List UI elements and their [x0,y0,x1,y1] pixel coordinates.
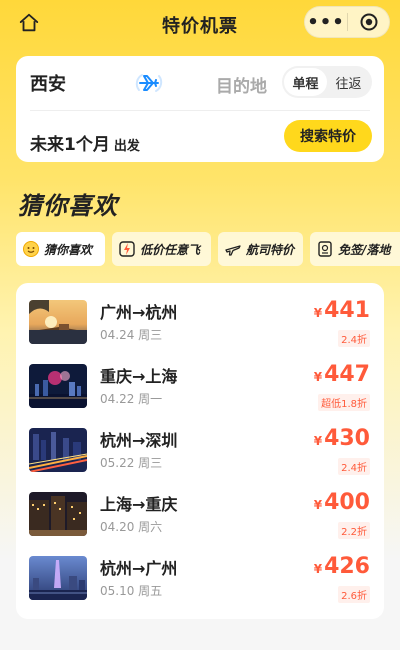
deal-list: 广州→杭州 04.24 周三 ¥441 2.4折 重庆→上海 04.22 周一 … [16,283,384,619]
deal-date: 04.20 周六 [100,520,163,534]
discount-badge: 2.6折 [338,586,370,603]
tab-label: 航司特价 [246,242,295,257]
more-button[interactable]: ••• [305,7,347,37]
deal-route: 广州→杭州 [100,303,178,322]
deal-row[interactable]: 杭州→广州 05.10 周五 ¥426 2.6折 [16,546,384,610]
one-way-option[interactable]: 单程 [284,68,327,96]
lightning-tag-icon [118,240,136,258]
deal-row[interactable]: 上海→重庆 04.20 周六 ¥400 2.2折 [16,482,384,546]
price-value: 441 [324,298,370,323]
destination-photo [29,428,87,472]
deal-price: ¥430 [314,426,370,451]
destination-photo [29,364,87,408]
tab-visa-free[interactable]: 免签/落地 [310,232,400,266]
date-selector[interactable]: 未来1个月 出发 [30,130,140,155]
deal-price: ¥441 [314,298,370,323]
divider [30,110,370,111]
round-trip-option[interactable]: 往返 [327,68,370,96]
tab-label: 免签/落地 [338,242,391,257]
tab-guess-you-like[interactable]: 猜你喜欢 [16,232,105,266]
mini-program-capsule: ••• [304,6,390,38]
deal-route: 重庆→上海 [100,367,178,386]
discount-badge: 超低1.8折 [318,394,370,411]
deal-date: 05.10 周五 [100,584,163,598]
deal-route: 上海→重庆 [100,495,178,514]
smile-face-icon [22,240,40,258]
tab-low-price-fly[interactable]: 低价任意飞 [112,232,211,266]
departure-city[interactable]: 西安 [30,70,66,96]
top-bar: 特价机票 ••• [0,0,400,46]
deal-date: 04.22 周一 [100,392,163,406]
search-deals-button[interactable]: 搜索特价 [284,120,372,152]
search-card: 西安 目的地 单程 往返 未来1个月 出发 搜索特价 [16,56,384,162]
currency-symbol: ¥ [313,562,323,576]
date-range-label: 未来1个月 [30,135,110,155]
discount-badge: 2.2折 [338,522,370,539]
tab-label: 低价任意飞 [140,242,201,257]
deal-date: 05.22 周三 [100,456,163,470]
trip-type-toggle: 单程 往返 [282,66,372,98]
airplane-icon [224,240,242,258]
deal-price: ¥447 [314,362,370,387]
close-icon[interactable] [348,7,389,37]
currency-symbol: ¥ [313,370,323,384]
section-title: 猜你喜欢 [18,192,118,220]
destination-photo [29,556,87,600]
discount-badge: 2.4折 [338,458,370,475]
price-value: 447 [324,362,370,387]
airplane-swap-icon[interactable] [134,68,164,98]
visa-icon [316,240,334,258]
destination-photo [29,300,87,344]
price-value: 430 [324,426,370,451]
price-value: 400 [324,490,370,515]
deal-route: 杭州→广州 [100,559,178,578]
price-value: 426 [324,554,370,579]
category-tabs: 猜你喜欢 低价任意飞 航司特价 免签/落地 [16,232,400,268]
discount-badge: 2.4折 [338,330,370,347]
currency-symbol: ¥ [313,434,323,448]
deal-row[interactable]: 重庆→上海 04.22 周一 ¥447 超低1.8折 [16,354,384,418]
deal-price: ¥400 [314,490,370,515]
deal-row[interactable]: 杭州→深圳 05.22 周三 ¥430 2.4折 [16,418,384,482]
destination-input[interactable]: 目的地 [216,72,267,97]
tab-airline-deals[interactable]: 航司特价 [218,232,303,266]
deal-route: 杭州→深圳 [100,431,178,450]
tab-label: 猜你喜欢 [44,242,93,257]
deal-price: ¥426 [314,554,370,579]
destination-photo [29,492,87,536]
deal-date: 04.24 周三 [100,328,163,342]
date-suffix: 出发 [113,139,140,154]
currency-symbol: ¥ [313,306,323,320]
currency-symbol: ¥ [313,498,323,512]
deal-row[interactable]: 广州→杭州 04.24 周三 ¥441 2.4折 [16,290,384,354]
